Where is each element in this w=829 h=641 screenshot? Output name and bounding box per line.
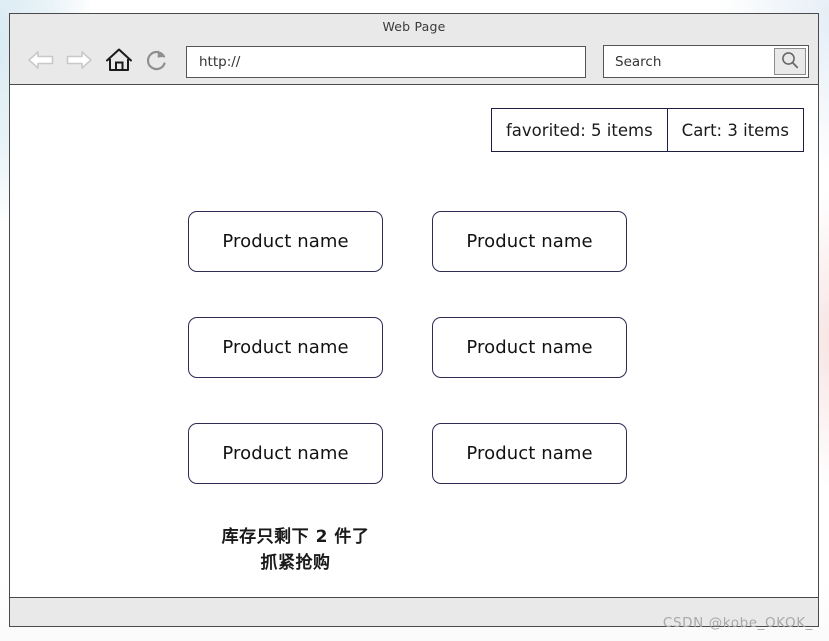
product-card-label: Product name (466, 337, 593, 358)
browser-window: Web Page http:// Search favorited: 5 ite… (9, 13, 819, 627)
product-card[interactable]: Product name (432, 423, 627, 484)
product-card[interactable]: Product name (188, 317, 383, 378)
product-card[interactable]: Product name (432, 317, 627, 378)
cart-count[interactable]: Cart: 3 items (666, 109, 803, 151)
url-bar[interactable]: http:// (186, 45, 586, 78)
product-card[interactable]: Product name (188, 211, 383, 272)
stock-notice-line-2: 抓紧抢购 (260, 552, 331, 573)
forward-button[interactable] (62, 45, 96, 79)
url-text: http:// (199, 53, 241, 70)
back-button[interactable] (24, 45, 58, 79)
search-submit-button[interactable] (774, 48, 806, 75)
stock-notice: 库存只剩下 2 件了 抓紧抢购 (188, 525, 403, 576)
product-card-label: Product name (466, 231, 593, 252)
window-title: Web Page (382, 19, 446, 34)
arrow-left-icon (27, 48, 55, 76)
reload-icon (144, 47, 170, 77)
reload-button[interactable] (140, 45, 174, 79)
watermark: CSDN @kobe_OKOK_ (662, 615, 813, 631)
stock-notice-line-1: 库存只剩下 2 件了 (221, 527, 370, 547)
arrow-right-icon (65, 48, 93, 76)
product-card[interactable]: Product name (188, 423, 383, 484)
product-card[interactable]: Product name (432, 211, 627, 272)
home-icon (104, 46, 134, 78)
search-input-text: Search (615, 53, 662, 70)
product-card-label: Product name (222, 231, 349, 252)
home-button[interactable] (102, 45, 136, 79)
product-card-label: Product name (466, 443, 593, 464)
status-summary: favorited: 5 items Cart: 3 items (491, 108, 804, 152)
product-card-label: Product name (222, 337, 349, 358)
magnifier-icon (780, 50, 800, 74)
page-content: favorited: 5 items Cart: 3 items Product… (10, 85, 818, 597)
browser-toolbar: http:// Search (10, 39, 818, 84)
product-card-label: Product name (222, 443, 349, 464)
search-input[interactable]: Search (604, 46, 774, 77)
search-bar[interactable]: Search (603, 45, 809, 78)
product-grid: Product name Product name Product name P… (188, 211, 628, 484)
browser-chrome: Web Page http:// Search (10, 14, 818, 85)
favorited-count[interactable]: favorited: 5 items (492, 109, 667, 151)
